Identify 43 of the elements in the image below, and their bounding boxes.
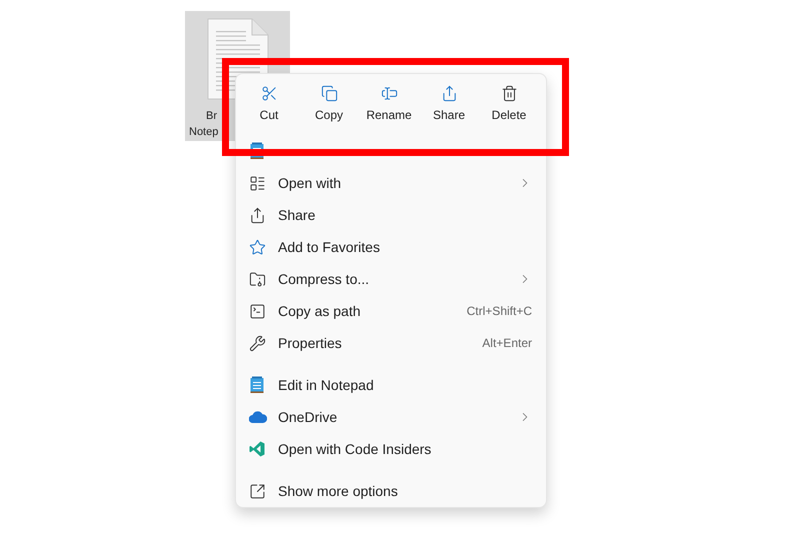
menu-item[interactable]: Properties Alt+Enter [236,327,546,359]
menu-item-label: Open with Code Insiders [278,441,432,457]
code-editor-icon [249,441,265,457]
menu-item-label: Share [278,207,316,223]
shortcut-text: Ctrl+Shift+C [466,304,532,318]
cloud-icon [249,411,267,423]
menu-item[interactable]: Add to Favorites [236,231,546,263]
menu-item[interactable]: Copy as path Ctrl+Shift+C [236,295,546,327]
toolbar-button[interactable]: Rename [359,78,419,128]
delete-icon [500,84,518,102]
menu-item[interactable]: Edit in Notepad [236,369,546,401]
toolbar-button[interactable]: Share [419,78,479,128]
rename-icon [380,84,398,102]
path-icon [249,302,266,320]
menu-item-label: Compress to... [278,271,370,287]
menu-item[interactable]: Compress to... [236,263,546,295]
menu-item-label: Copy as path [278,303,360,319]
expand-icon [249,482,266,500]
menu-item[interactable]: Open with Code Insiders [236,433,546,465]
menu-item[interactable]: Open with [236,167,546,199]
list-icon [249,174,266,192]
cut-icon [260,84,278,102]
menu-item-label: Add to Favorites [278,239,380,255]
menu-item-label: Properties [278,335,342,351]
share-icon [440,84,458,102]
file-name: Notep [189,125,218,140]
toolbar-button[interactable]: Delete [479,78,539,128]
menu-item-label: OneDrive [278,409,338,425]
menu-item-label: Show more options [278,483,398,499]
menu-item[interactable]: Share [236,199,546,231]
file-name: Br [205,109,217,124]
wrench-icon [249,334,266,352]
menu-item[interactable]: Show more options [236,475,546,507]
shortcut-text: Alt+Enter [482,336,532,350]
share-icon [249,206,266,224]
menu-item-label: Open with [278,175,342,191]
star-icon [249,238,266,256]
folder-zip-icon [249,270,266,288]
notepad-icon [249,376,265,394]
toolbar-button[interactable]: Copy [299,78,359,128]
copy-icon [320,84,338,102]
menu-item-label: Edit in Notepad [278,377,374,393]
menu-item[interactable]: OneDrive [236,401,546,433]
